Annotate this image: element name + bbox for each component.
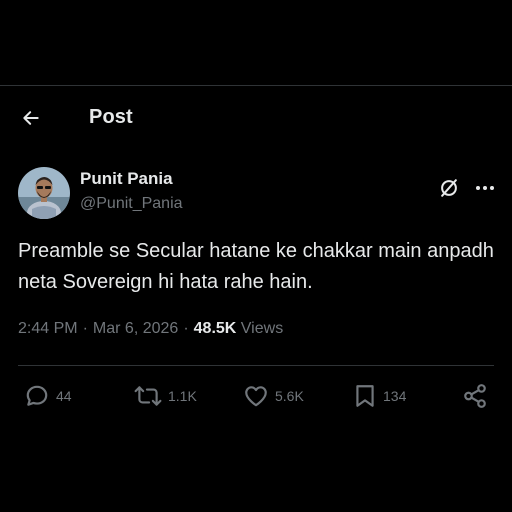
reply-count: 44 — [56, 388, 72, 404]
heart-icon — [245, 386, 267, 407]
avatar[interactable] — [18, 167, 70, 219]
bookmark-icon — [356, 385, 374, 407]
meta-separator: · — [82, 320, 88, 337]
more-options-button[interactable] — [470, 175, 500, 201]
repost-button[interactable]: 1.1K — [134, 380, 197, 412]
bookmark-count: 134 — [383, 388, 407, 404]
post-header: Post — [0, 98, 512, 138]
post-date[interactable]: Mar 6, 2026 — [93, 320, 178, 337]
more-horizontal-icon — [476, 186, 494, 190]
page-title: Post — [89, 106, 133, 128]
post-detail-screen: Post Punit Pania @Punit_Pania Preamble s… — [0, 0, 512, 512]
post-meta: 2:44 PM · Mar 6, 2026 · 48.5K Views — [18, 320, 283, 338]
bookmark-button[interactable]: 134 — [353, 380, 406, 412]
grok-icon — [441, 179, 457, 197]
author-handle[interactable]: @Punit_Pania — [80, 195, 183, 213]
post-text: Preamble se Secular hatane ke chakkar ma… — [18, 240, 494, 293]
views-label: Views — [240, 320, 284, 337]
reply-icon — [26, 385, 48, 406]
like-count: 5.6K — [275, 388, 304, 404]
share-button[interactable] — [462, 380, 488, 412]
back-button[interactable] — [14, 104, 48, 132]
grok-button[interactable] — [436, 175, 462, 201]
user-avatar-image — [18, 167, 70, 219]
share-icon — [464, 384, 486, 408]
actions-divider — [18, 365, 494, 366]
meta-separator: · — [183, 320, 189, 337]
post-author: Punit Pania @Punit_Pania — [18, 165, 498, 221]
post-time[interactable]: 2:44 PM — [18, 320, 78, 337]
author-display-name[interactable]: Punit Pania — [80, 169, 173, 189]
top-divider — [0, 85, 512, 86]
like-button[interactable]: 5.6K — [243, 380, 304, 412]
views-count[interactable]: 48.5K — [194, 320, 237, 337]
repost-icon — [134, 386, 162, 406]
arrow-left-icon — [23, 111, 39, 125]
reply-button[interactable]: 44 — [24, 380, 72, 412]
repost-count: 1.1K — [168, 388, 197, 404]
post-actions: 44 1.1K 5.6K 134 — [0, 380, 512, 412]
